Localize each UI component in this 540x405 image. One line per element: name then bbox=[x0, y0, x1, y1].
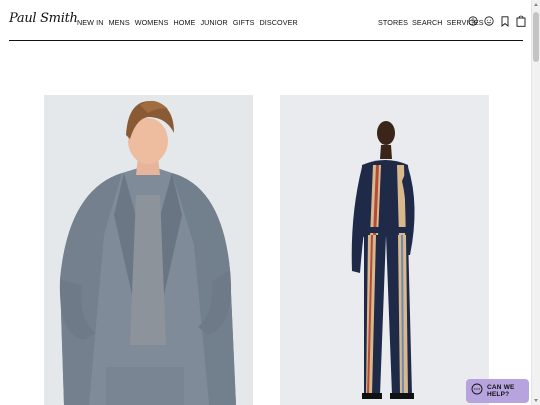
site-header: Paul Smith NEW IN MENS WOMENS HOME JUNIO… bbox=[0, 0, 530, 41]
nav-item-mens[interactable]: MENS bbox=[109, 18, 130, 27]
nav-item-womens[interactable]: WOMENS bbox=[135, 18, 169, 27]
search-link[interactable]: SEARCH bbox=[412, 18, 443, 27]
mens-suit-image[interactable] bbox=[44, 95, 253, 405]
help-label: CAN WE HELP? bbox=[487, 384, 515, 398]
header-divider bbox=[9, 40, 523, 41]
primary-nav: NEW IN MENS WOMENS HOME JUNIOR GIFTS DIS… bbox=[77, 18, 298, 27]
header-icons: $ bbox=[468, 15, 526, 27]
nav-item-new-in[interactable]: NEW IN bbox=[77, 18, 104, 27]
currency-icon[interactable]: $ bbox=[468, 15, 478, 27]
stores-link[interactable]: STORES bbox=[378, 18, 408, 27]
chat-bubble-icon bbox=[471, 382, 483, 400]
brand-logo[interactable]: Paul Smith bbox=[9, 11, 78, 26]
scroll-up-arrow-icon[interactable] bbox=[534, 3, 538, 6]
woman-in-striped-outfit-illustration bbox=[280, 95, 489, 405]
womens-stripe-image[interactable] bbox=[280, 95, 489, 405]
page-scrollbar[interactable] bbox=[531, 0, 540, 405]
nav-item-home[interactable]: HOME bbox=[173, 18, 195, 27]
scrollbar-thumb[interactable] bbox=[533, 12, 539, 62]
nav-item-gifts[interactable]: GIFTS bbox=[233, 18, 255, 27]
man-in-grey-suit-illustration bbox=[44, 95, 253, 405]
scroll-down-arrow-icon[interactable] bbox=[534, 399, 538, 402]
currency-symbol: $ bbox=[471, 19, 475, 25]
account-icon[interactable] bbox=[484, 15, 494, 27]
nav-item-junior[interactable]: JUNIOR bbox=[200, 18, 227, 27]
help-chat-button[interactable]: CAN WE HELP? bbox=[466, 379, 529, 403]
wishlist-icon[interactable] bbox=[500, 15, 510, 27]
nav-item-discover[interactable]: DISCOVER bbox=[259, 18, 297, 27]
bag-icon[interactable] bbox=[516, 15, 526, 27]
